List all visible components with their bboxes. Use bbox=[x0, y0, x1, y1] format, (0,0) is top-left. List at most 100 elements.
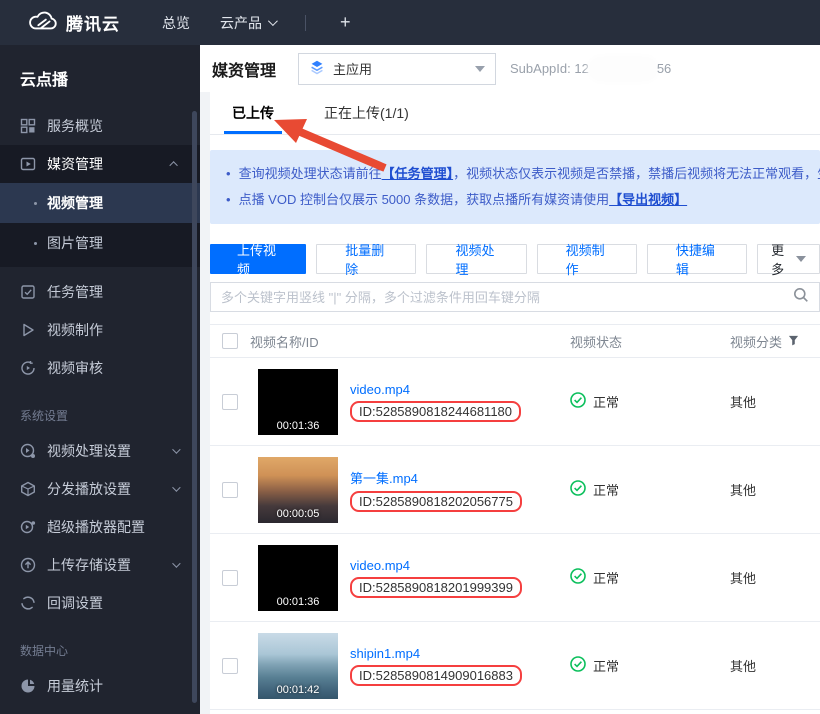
column-header-category: 视频分类 bbox=[730, 332, 820, 351]
tab-uploaded[interactable]: 已上传 bbox=[224, 92, 282, 134]
video-thumbnail[interactable]: 00:00:05 bbox=[258, 457, 338, 523]
layers-icon bbox=[309, 59, 325, 78]
content-gutter bbox=[200, 92, 210, 714]
media-icon bbox=[20, 156, 36, 172]
video-name-link[interactable]: video.mp4 bbox=[350, 382, 521, 397]
video-status-cell: 正常 bbox=[570, 568, 730, 587]
distribution-icon bbox=[20, 481, 36, 497]
callback-icon bbox=[20, 595, 36, 611]
filter-icon[interactable] bbox=[788, 334, 799, 349]
app-select-dropdown[interactable]: 主应用 bbox=[298, 53, 496, 85]
duration-badge: 00:01:36 bbox=[258, 596, 338, 608]
row-checkbox[interactable] bbox=[222, 394, 238, 410]
sidebar-item-superplayer-config[interactable]: 超级播放器配置 bbox=[0, 508, 200, 546]
video-name-cell: 00:01:42 shipin1.mp4 ID:5285890814909016… bbox=[250, 633, 570, 699]
chevron-down-icon bbox=[172, 445, 180, 453]
sidebar-item-upload-storage-settings[interactable]: 上传存储设置 bbox=[0, 546, 200, 584]
sidebar-item-usage-stats[interactable]: 用量统计 bbox=[0, 667, 200, 705]
page-title: 媒资管理 bbox=[212, 57, 276, 81]
export-video-link[interactable]: 【导出视频】 bbox=[609, 192, 687, 207]
video-name-cell: 00:00:05 第一集.mp4 ID:5285890818202056775 bbox=[250, 457, 570, 523]
caret-down-icon bbox=[796, 256, 806, 262]
section-data-center: 数据中心 bbox=[0, 622, 200, 667]
play-outline-icon bbox=[20, 322, 36, 338]
video-status-cell: 正常 bbox=[570, 656, 730, 675]
page: 腾讯云 总览 云产品 + 云点播 服务概览 媒资管理 bbox=[0, 0, 820, 714]
sidebar-scrollbar[interactable] bbox=[192, 111, 197, 703]
subappid-label: SubAppId: 12 56 bbox=[510, 59, 671, 79]
redaction-blur bbox=[591, 59, 655, 79]
status-ok-icon bbox=[570, 392, 586, 411]
tab-bar: 已上传 正在上传(1/1) bbox=[210, 92, 820, 135]
more-button[interactable]: 更多 bbox=[757, 244, 820, 274]
tab-uploading[interactable]: 正在上传(1/1) bbox=[316, 92, 417, 134]
add-tab-button[interactable]: + bbox=[340, 12, 351, 33]
batch-delete-button[interactable]: 批量删除 bbox=[316, 244, 416, 274]
search-icon[interactable] bbox=[793, 287, 809, 308]
status-ok-icon bbox=[570, 656, 586, 675]
video-thumbnail[interactable]: 00:01:36 bbox=[258, 545, 338, 611]
row-checkbox[interactable] bbox=[222, 570, 238, 586]
sidebar-item-video-produce[interactable]: 视频制作 bbox=[0, 311, 200, 349]
chevron-down-icon bbox=[268, 16, 278, 26]
notice-line-2: •点播 VOD 控制台仅展示 5000 条数据，获取点播所有媒资请使用【导出视频… bbox=[226, 187, 804, 213]
video-name-link[interactable]: 第一集.mp4 bbox=[350, 468, 522, 487]
sidebar-item-data-analysis[interactable]: 数据分析 bbox=[0, 705, 200, 714]
dot-icon bbox=[34, 202, 37, 205]
notice-banner: •查询视频处理状态请前往【任务管理】，视频状态仅表示视频是否禁播，禁播后视频将无… bbox=[210, 150, 820, 224]
chevron-up-icon bbox=[169, 161, 177, 169]
duration-badge: 00:00:05 bbox=[258, 508, 338, 520]
process-settings-icon bbox=[20, 443, 36, 459]
toolbar: 上传视频 批量删除 视频处理 视频制作 快捷编辑 更多 bbox=[210, 244, 820, 274]
video-thumbnail[interactable]: 00:01:36 bbox=[258, 369, 338, 435]
row-checkbox[interactable] bbox=[222, 482, 238, 498]
sidebar-item-task-mgmt[interactable]: 任务管理 bbox=[0, 273, 200, 311]
sidebar-item-callback-settings[interactable]: 回调设置 bbox=[0, 584, 200, 622]
video-name-link[interactable]: video.mp4 bbox=[350, 558, 522, 573]
video-process-button[interactable]: 视频处理 bbox=[426, 244, 526, 274]
select-all-checkbox[interactable] bbox=[222, 333, 238, 349]
video-produce-button[interactable]: 视频制作 bbox=[537, 244, 637, 274]
task-icon bbox=[20, 284, 36, 300]
video-id-highlighted: ID:5285890818202056775 bbox=[350, 491, 522, 512]
video-category-cell: 其他 bbox=[730, 568, 820, 587]
video-category-cell: 其他 bbox=[730, 656, 820, 675]
column-header-name: 视频名称/ID bbox=[250, 332, 570, 351]
search-input[interactable] bbox=[221, 290, 793, 305]
video-name-link[interactable]: shipin1.mp4 bbox=[350, 646, 522, 661]
table-header: 视频名称/ID 视频状态 视频分类 bbox=[210, 324, 820, 358]
brand-logo[interactable]: 腾讯云 bbox=[28, 10, 120, 36]
upload-video-button[interactable]: 上传视频 bbox=[210, 244, 306, 274]
table-row: 00:00:05 第一集.mp4 ID:5285890818202056775 … bbox=[210, 446, 820, 534]
video-id-highlighted: ID:5285890818201999399 bbox=[350, 577, 522, 598]
sidebar-item-media-mgmt[interactable]: 媒资管理 bbox=[0, 145, 200, 183]
sidebar-item-image-mgmt[interactable]: 图片管理 bbox=[0, 223, 200, 263]
video-id-highlighted: ID:5285890818244681180 bbox=[350, 401, 521, 422]
video-category-cell: 其他 bbox=[730, 480, 820, 499]
sidebar-item-video-mgmt[interactable]: 视频管理 bbox=[0, 183, 200, 223]
column-header-status: 视频状态 bbox=[570, 332, 730, 351]
nav-overview[interactable]: 总览 bbox=[162, 13, 190, 33]
video-id-highlighted: ID:5285890814909016883 bbox=[350, 665, 522, 686]
sidebar-item-video-process-settings[interactable]: 视频处理设置 bbox=[0, 432, 200, 470]
video-name-cell: 00:01:36 video.mp4 ID:528589081824468118… bbox=[250, 369, 570, 435]
video-status-cell: 正常 bbox=[570, 392, 730, 411]
caret-down-icon bbox=[475, 66, 485, 72]
sidebar-item-distribution-settings[interactable]: 分发播放设置 bbox=[0, 470, 200, 508]
grid-icon bbox=[20, 118, 36, 134]
video-category-cell: 其他 bbox=[730, 392, 820, 411]
topbar: 腾讯云 总览 云产品 + bbox=[0, 0, 820, 45]
section-system-settings: 系统设置 bbox=[0, 387, 200, 432]
brand-name: 腾讯云 bbox=[66, 10, 120, 35]
notice-line-1: •查询视频处理状态请前往【任务管理】，视频状态仅表示视频是否禁播，禁播后视频将无… bbox=[226, 161, 804, 187]
sidebar-item-video-review[interactable]: 视频审核 bbox=[0, 349, 200, 387]
sidebar-item-overview[interactable]: 服务概览 bbox=[0, 107, 200, 145]
nav-products[interactable]: 云产品 bbox=[220, 13, 275, 33]
chevron-down-icon bbox=[172, 483, 180, 491]
task-mgmt-link[interactable]: 【任务管理】 bbox=[382, 166, 454, 181]
player-config-icon bbox=[20, 519, 36, 535]
pie-chart-icon bbox=[20, 678, 36, 694]
row-checkbox[interactable] bbox=[222, 658, 238, 674]
video-thumbnail[interactable]: 00:01:42 bbox=[258, 633, 338, 699]
quick-edit-button[interactable]: 快捷编辑 bbox=[647, 244, 747, 274]
